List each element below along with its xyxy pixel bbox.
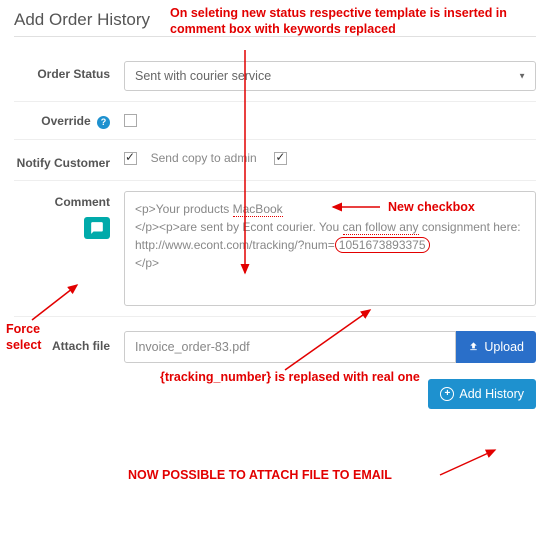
comment-textarea[interactable]: <p>Your products MacBook </p><p>are sent… xyxy=(124,191,536,306)
upload-button[interactable]: Upload xyxy=(456,331,536,363)
anno-attach: NOW POSSIBLE TO ATTACH FILE TO EMAIL xyxy=(128,468,392,484)
row-override: Override ? xyxy=(14,102,536,140)
row-notify: Notify Customer Send copy to admin xyxy=(14,140,536,181)
upload-icon xyxy=(468,341,479,352)
force-select-button[interactable] xyxy=(84,217,110,239)
attach-file-input[interactable]: Invoice_order-83.pdf xyxy=(124,331,456,363)
page-title: Add Order History xyxy=(14,10,536,30)
label-order-status: Order Status xyxy=(14,61,124,81)
add-history-button[interactable]: Add History xyxy=(428,379,536,409)
row-attach: Attach file Invoice_order-83.pdf Upload xyxy=(14,317,536,369)
label-override: Override xyxy=(41,114,90,128)
help-icon[interactable]: ? xyxy=(97,116,110,129)
tracking-number-highlight: 1051673893375 xyxy=(335,237,430,253)
divider xyxy=(14,36,536,37)
send-copy-label: Send copy to admin xyxy=(151,151,257,165)
comment-icon xyxy=(90,221,104,235)
order-status-select[interactable]: Sent with courier service xyxy=(124,61,536,91)
override-checkbox[interactable] xyxy=(124,114,137,127)
row-order-status: Order Status Sent with courier service xyxy=(14,51,536,102)
notify-checkbox[interactable] xyxy=(124,152,137,165)
row-comment: Comment <p>Your products MacBook </p><p>… xyxy=(14,181,536,317)
label-attach: Attach file xyxy=(14,331,124,353)
send-copy-checkbox[interactable] xyxy=(274,152,287,165)
label-comment: Comment xyxy=(14,195,110,209)
label-notify: Notify Customer xyxy=(14,150,124,170)
